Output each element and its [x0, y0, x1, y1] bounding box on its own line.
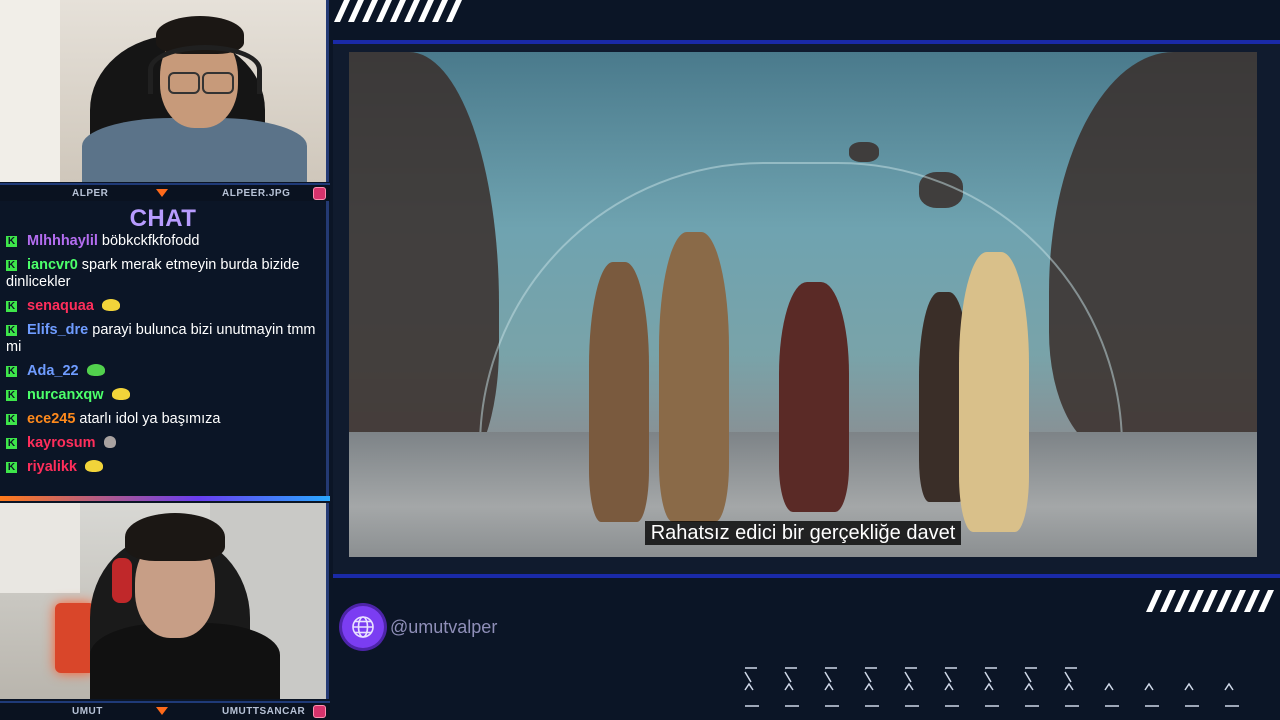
video-subtitle: Rahatsız edici bir gerçekliğe davet	[349, 521, 1257, 545]
person-emote	[103, 436, 116, 448]
kick-badge-icon: K	[6, 438, 17, 449]
chat-message: Kiancvr0 spark merak etmeyin burda bizide…	[6, 257, 318, 291]
webcam-bottom-namebar: UMUT UMUTTSANCAR	[0, 701, 330, 720]
chat-message: Kece245 atarlı idol ya başımıza	[6, 411, 318, 428]
yellow-face-emote	[85, 460, 103, 472]
green-frog-emote	[86, 364, 105, 376]
chat-message: Kkayrosum	[6, 435, 318, 452]
stripe-decoration	[334, 0, 462, 22]
kick-badge-icon: K	[6, 414, 17, 425]
kick-badge-icon: K	[6, 260, 17, 271]
panel-divider	[0, 496, 330, 501]
chat-message: K Ada_22	[6, 363, 318, 380]
chat-message-text: atarlı idol ya başımıza	[79, 411, 221, 427]
kick-badge-icon: K	[6, 236, 17, 247]
chat-panel: CHAT K Mlhhhaylil böbkckfkfofodd Kiancvr0 sp…	[0, 201, 329, 497]
chat-message: Kriyalikk	[6, 459, 318, 476]
triangle-icon	[156, 707, 168, 715]
instagram-icon	[313, 187, 326, 200]
kick-badge-icon: K	[6, 301, 17, 312]
webcam-bottom	[0, 503, 329, 699]
floating-rock	[849, 142, 879, 162]
streamer-name: ALPER	[72, 188, 109, 199]
dancer	[659, 232, 729, 522]
dancer	[779, 282, 849, 512]
glasses-left	[168, 72, 200, 94]
chat-username[interactable]: riyalikk	[27, 459, 77, 475]
streamer-handle: ALPEER.JPG	[222, 188, 291, 199]
yellow-face-emote	[101, 299, 120, 311]
kick-badge-icon: K	[6, 390, 17, 401]
chat-username[interactable]: kayrosum	[27, 435, 96, 451]
chat-username[interactable]: Mlhhhaylil	[27, 233, 98, 249]
streamer-handle: UMUTTSANCAR	[222, 706, 306, 717]
kick-badge-icon: K	[6, 325, 17, 336]
tick-pattern-decoration	[744, 667, 1239, 707]
chat-message: Knurcanxqw	[6, 387, 318, 404]
shelf	[0, 503, 80, 593]
chat-message: Ksenaquaa	[6, 298, 318, 315]
streamer-name: UMUT	[72, 706, 103, 717]
rock-wall	[349, 52, 499, 472]
webcam-top	[0, 0, 329, 182]
glasses-right	[202, 72, 234, 94]
webcam-top-namebar: ALPER ALPEER.JPG	[0, 183, 330, 202]
yellow-face-emote	[111, 388, 130, 400]
kick-badge-icon: K	[6, 462, 17, 473]
dancer	[959, 252, 1029, 532]
chat-username[interactable]: Ada_22	[27, 363, 79, 379]
chat-message-list: K Mlhhhaylil böbkckfkfofodd Kiancvr0 spark m…	[6, 233, 318, 483]
chat-username[interactable]: iancvr0	[27, 257, 78, 273]
chat-username[interactable]: ece245	[27, 411, 75, 427]
video-player[interactable]: Rahatsız edici bir gerçekliğe davet	[349, 52, 1257, 557]
social-handle-text: @umutvalper	[390, 617, 498, 637]
chat-message: K Elifs_dre parayi bulunca bizi unutmayin …	[6, 322, 318, 356]
chat-username[interactable]: Elifs_dre	[27, 322, 88, 338]
microphone	[55, 603, 95, 673]
chat-username[interactable]: senaquaa	[27, 298, 94, 314]
dancer	[589, 262, 649, 522]
chat-message: K Mlhhhaylil böbkckfkfofodd	[6, 233, 318, 250]
globe-icon	[342, 606, 384, 648]
stripe-decoration	[1146, 590, 1274, 612]
instagram-icon	[313, 705, 326, 718]
chat-username[interactable]: nurcanxqw	[27, 387, 104, 403]
triangle-icon	[156, 189, 168, 197]
kick-badge-icon: K	[6, 366, 17, 377]
chat-title: CHAT	[129, 205, 197, 232]
chat-message-text: böbkckfkfofodd	[101, 233, 200, 249]
headphones	[112, 558, 132, 603]
hair	[125, 513, 225, 561]
